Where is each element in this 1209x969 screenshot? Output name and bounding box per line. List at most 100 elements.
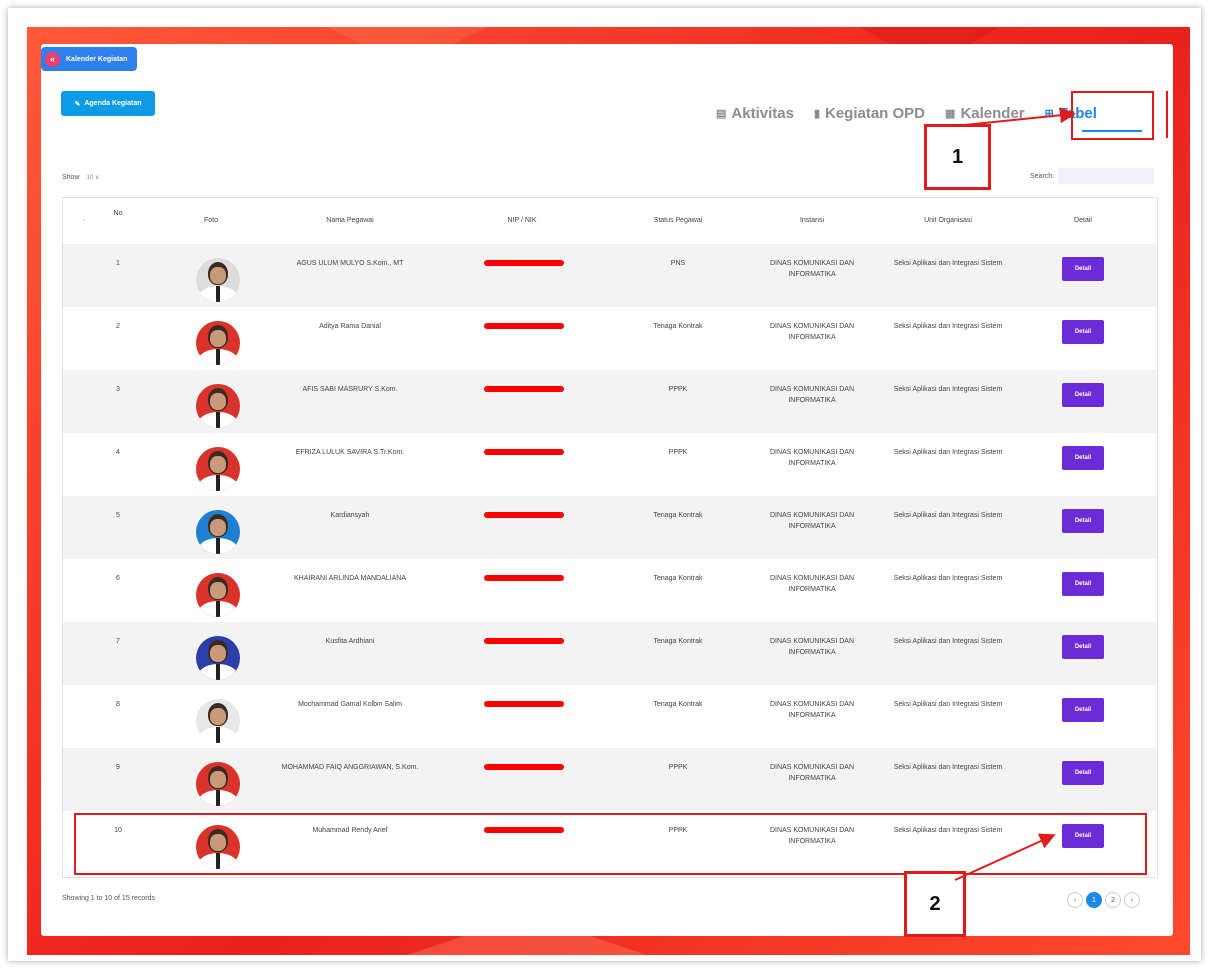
employee-unit: Seksi Aplikasi dan Integrasi Sistem bbox=[893, 386, 1003, 393]
row-no: 5 bbox=[116, 512, 120, 519]
search-label: Search: bbox=[1030, 172, 1055, 180]
redacted-nip bbox=[484, 764, 564, 770]
employee-photo bbox=[196, 384, 240, 428]
detail-button[interactable]: Detail bbox=[1062, 572, 1104, 596]
agenda-kegiatan-button[interactable]: ✎ Agenda Kegiatan bbox=[61, 91, 155, 116]
employee-photo bbox=[196, 573, 240, 617]
employee-photo bbox=[196, 762, 240, 806]
col-no[interactable]: No bbox=[114, 210, 123, 217]
employee-name: AFIS SABI MASRURY S.Kom. bbox=[302, 386, 398, 393]
annotation-highlight-tabel-tab bbox=[1071, 91, 1154, 140]
table-row: 7 Kusfita Ardhiani Tenaga Kontrak DINAS KOM… bbox=[63, 622, 1157, 685]
col-nama[interactable]: Nama Pegawai bbox=[326, 217, 373, 224]
annotation-badge-2: 2 bbox=[904, 871, 966, 937]
employee-name: Kusfita Ardhiani bbox=[325, 638, 375, 645]
employee-status: PPPK bbox=[668, 386, 688, 393]
col-instansi[interactable]: Instansi bbox=[800, 217, 824, 224]
employee-status: PPPK bbox=[668, 449, 688, 456]
employee-photo bbox=[196, 510, 240, 554]
employee-instansi: DINAS KOMUNIKASI DAN INFORMATIKA bbox=[769, 764, 854, 782]
employee-status: Tenaga Kontrak bbox=[653, 575, 703, 582]
page-2-button[interactable]: 2 bbox=[1105, 892, 1121, 908]
detail-button[interactable]: Detail bbox=[1062, 257, 1104, 281]
redacted-nip bbox=[484, 386, 564, 392]
redacted-nip bbox=[484, 449, 564, 455]
chevron-down-icon: ∨ bbox=[94, 175, 100, 181]
col-foto[interactable]: Foto bbox=[204, 217, 218, 224]
table-row: 3 AFIS SABI MASRURY S.Kom. PPPK DINAS KOMUN… bbox=[63, 370, 1157, 433]
redacted-nip bbox=[484, 701, 564, 707]
employee-unit: Seksi Aplikasi dan Integrasi Sistem bbox=[893, 701, 1003, 708]
col-unit[interactable]: Unit Organisasi bbox=[924, 217, 972, 224]
table-row: 6 KHAIRANI ARLINDA MANDALIANA Tenaga Kontr… bbox=[63, 559, 1157, 622]
employee-name: Mochammad Gamal Kolbin Salim bbox=[298, 701, 402, 708]
tab-kegiatan-opd[interactable]: ▮ Kegiatan OPD bbox=[814, 105, 925, 122]
next-page-button[interactable]: › bbox=[1124, 892, 1140, 908]
detail-button[interactable]: Detail bbox=[1062, 635, 1104, 659]
tab-kalender[interactable]: ▦ Kalender bbox=[945, 105, 1025, 122]
redacted-nip bbox=[484, 260, 564, 266]
redacted-nip bbox=[484, 638, 564, 644]
detail-button[interactable]: Detail bbox=[1062, 383, 1104, 407]
row-no: 3 bbox=[116, 386, 120, 393]
employee-unit: Seksi Aplikasi dan Integrasi Sistem bbox=[893, 638, 1003, 645]
detail-button[interactable]: Detail bbox=[1062, 761, 1104, 785]
row-no: 4 bbox=[116, 449, 120, 456]
employee-photo bbox=[196, 321, 240, 365]
row-no: 8 bbox=[116, 701, 120, 708]
list-icon: ▤ bbox=[716, 107, 727, 120]
employee-status: Tenaga Kontrak bbox=[653, 701, 703, 708]
redacted-nip bbox=[484, 323, 564, 329]
row-no: 9 bbox=[116, 764, 120, 771]
show-label: Show bbox=[62, 174, 80, 181]
agenda-kegiatan-label: Agenda Kegiatan bbox=[84, 100, 142, 107]
employee-unit: Seksi Aplikasi dan Integrasi Sistem bbox=[893, 449, 1003, 456]
employee-name: Aditya Rama Danial bbox=[319, 323, 381, 330]
tab-kegiatan-opd-label: Kegiatan OPD bbox=[825, 104, 926, 122]
employee-unit: Seksi Aplikasi dan Integrasi Sistem bbox=[893, 260, 1003, 267]
detail-button[interactable]: Detail bbox=[1062, 698, 1104, 722]
detail-button[interactable]: Detail bbox=[1062, 446, 1104, 470]
employee-status: PPPK bbox=[668, 764, 688, 771]
table-icon: ⊞ bbox=[1044, 107, 1054, 120]
search-input[interactable] bbox=[1058, 168, 1155, 184]
employee-photo bbox=[196, 447, 240, 491]
employee-status: Tenaga Kontrak bbox=[653, 512, 703, 519]
double-chevron-left-icon: « bbox=[45, 51, 60, 67]
row-no: 2 bbox=[116, 323, 120, 330]
view-tabs: ▤ Aktivitas ▮ Kegiatan OPD ▦ Kalender ⊞ … bbox=[716, 101, 1097, 125]
kalender-kegiatan-button[interactable]: « Kalender Kegiatan bbox=[41, 47, 138, 71]
tab-kalender-label: Kalender bbox=[960, 104, 1025, 122]
employee-unit: Seksi Aplikasi dan Integrasi Sistem bbox=[893, 764, 1003, 771]
employee-instansi: DINAS KOMUNIKASI DAN INFORMATIKA bbox=[769, 575, 854, 593]
pagination: ‹ 1 2 › bbox=[1067, 892, 1140, 908]
employee-name: AGUS ULUM MULYO S.Kom., MT bbox=[296, 260, 404, 267]
employee-unit: Seksi Aplikasi dan Integrasi Sistem bbox=[893, 512, 1003, 519]
table-row: 2 Aditya Rama Danial Tenaga Kontrak DINAS K… bbox=[63, 307, 1157, 370]
redacted-nip bbox=[484, 512, 564, 518]
col-status[interactable]: Status Pegawai bbox=[654, 217, 703, 224]
employee-unit: Seksi Aplikasi dan Integrasi Sistem bbox=[893, 575, 1003, 582]
table-row: 4 EFRIZA LULUK SAVIRA S.Tr.Kom. PPPK DINAS … bbox=[63, 433, 1157, 496]
employee-instansi: DINAS KOMUNIKASI DAN INFORMATIKA bbox=[769, 260, 854, 278]
sort-icon[interactable]: ⌃ bbox=[81, 218, 87, 226]
employee-instansi: DINAS KOMUNIKASI DAN INFORMATIKA bbox=[769, 512, 854, 530]
employee-photo bbox=[196, 636, 240, 680]
detail-button[interactable]: Detail bbox=[1062, 509, 1104, 533]
employee-instansi: DINAS KOMUNIKASI DAN INFORMATIKA bbox=[769, 638, 854, 656]
annotation-highlight-row-10 bbox=[74, 813, 1147, 875]
clipboard-icon: ▮ bbox=[813, 107, 820, 120]
detail-button[interactable]: Detail bbox=[1062, 320, 1104, 344]
row-no: 1 bbox=[116, 260, 120, 267]
page-1-button[interactable]: 1 bbox=[1086, 892, 1102, 908]
pegawai-table: ⌃ No Foto Nama Pegawai NIP / NIK Status … bbox=[62, 197, 1158, 878]
row-no: 7 bbox=[116, 638, 120, 645]
annotation-badge-1: 1 bbox=[924, 124, 991, 190]
col-detail[interactable]: Detail bbox=[1074, 217, 1092, 224]
employee-status: PNS bbox=[670, 260, 686, 267]
page-length-select[interactable]: 10 ∨ bbox=[84, 172, 103, 183]
prev-page-button[interactable]: ‹ bbox=[1067, 892, 1083, 908]
employee-name: EFRIZA LULUK SAVIRA S.Tr.Kom. bbox=[295, 449, 405, 456]
tab-aktivitas[interactable]: ▤ Aktivitas bbox=[716, 105, 794, 122]
col-nip[interactable]: NIP / NIK bbox=[507, 217, 536, 224]
